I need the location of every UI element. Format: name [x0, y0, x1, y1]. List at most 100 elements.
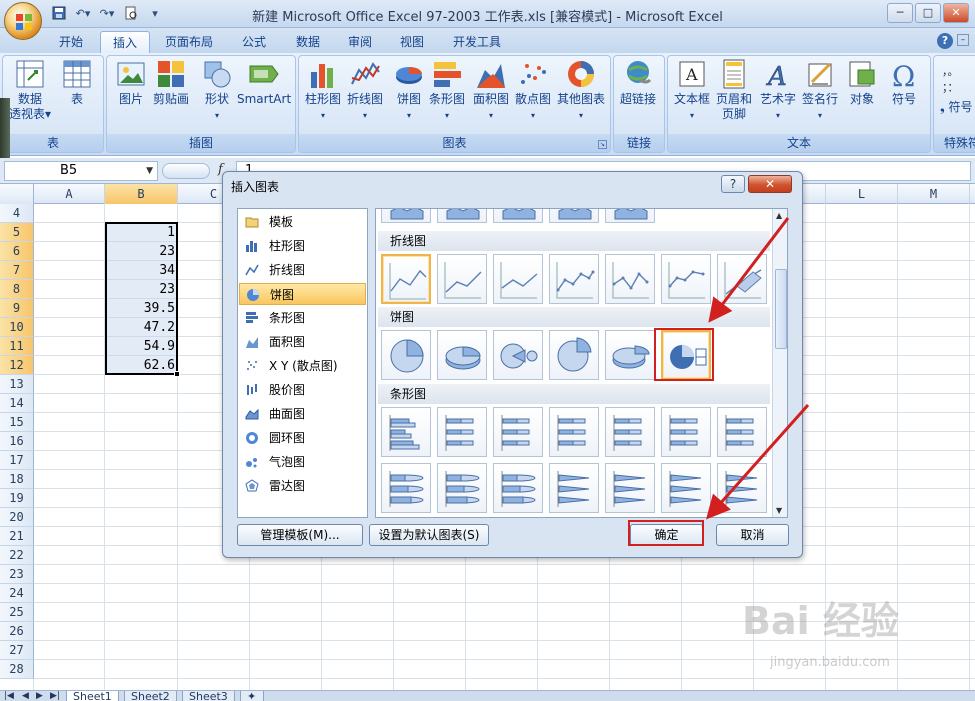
table-button[interactable]: 表 — [61, 58, 93, 107]
sheet-tab-3[interactable]: Sheet3 — [182, 691, 235, 701]
next-sheet-icon[interactable]: ▶ — [36, 691, 43, 701]
bar-subtype-7[interactable] — [717, 407, 767, 457]
line-subtype-2[interactable] — [437, 254, 487, 304]
cell-b11[interactable]: 54.9 — [105, 337, 175, 356]
bar-subtype-5[interactable] — [605, 407, 655, 457]
tab-data[interactable]: 数据 — [284, 31, 332, 53]
name-box-dropdown-icon[interactable]: ▼ — [146, 162, 153, 180]
line-subtype-4[interactable] — [549, 254, 599, 304]
first-sheet-icon[interactable]: |◀ — [4, 691, 14, 701]
pivot-table-button[interactable]: 数据 透视表▾ — [9, 58, 51, 122]
row-header-9[interactable]: 9 — [0, 299, 34, 318]
category-area[interactable]: 面积图 — [239, 331, 366, 353]
maximize-button[interactable]: □ — [915, 3, 941, 23]
bar-3d-subtype-6[interactable] — [661, 463, 711, 513]
category-pie[interactable]: 饼图 — [239, 283, 366, 305]
special-symbol-glyphs[interactable]: ，。；： — [942, 64, 959, 96]
sheet-tab-1[interactable]: Sheet1 — [66, 691, 119, 701]
bar-3d-subtype-4[interactable] — [549, 463, 599, 513]
bar-subtype-3[interactable] — [493, 407, 543, 457]
category-bubble[interactable]: 气泡图 — [239, 451, 366, 473]
scrollbar-thumb[interactable] — [775, 269, 787, 349]
manage-templates-button[interactable]: 管理模板(M)... — [237, 524, 363, 546]
ribbon-minimize-icon[interactable]: – — [957, 34, 969, 46]
object-button[interactable]: 对象 — [846, 58, 878, 107]
scroll-down-icon[interactable]: ▼ — [776, 506, 782, 515]
last-sheet-icon[interactable]: ▶| — [50, 691, 60, 701]
row-header-20[interactable]: 20 — [0, 508, 34, 527]
gallery-scrollbar[interactable]: ▲ ▼ — [772, 209, 787, 517]
bar-subtype-1[interactable] — [381, 407, 431, 457]
row-header-10[interactable]: 10 — [0, 318, 34, 337]
bar-subtype-2[interactable] — [437, 407, 487, 457]
help-icon[interactable]: ? — [937, 33, 953, 49]
tab-developer[interactable]: 开发工具 — [441, 31, 513, 53]
category-templates[interactable]: 模板 — [239, 211, 366, 233]
shapes-button[interactable]: 形状 ▾ — [201, 58, 233, 122]
bar-3d-subtype-7[interactable] — [717, 463, 767, 513]
row-header-22[interactable]: 22 — [0, 546, 34, 565]
3d-column-subtype-1[interactable] — [381, 209, 431, 223]
category-bar[interactable]: 条形图 — [239, 307, 366, 329]
clip-art-button[interactable]: 剪贴画 — [153, 58, 189, 107]
row-header-24[interactable]: 24 — [0, 584, 34, 603]
pie-subtype-2[interactable] — [437, 330, 487, 380]
row-header-15[interactable]: 15 — [0, 413, 34, 432]
cell-b5[interactable]: 1 — [105, 223, 175, 242]
office-button[interactable] — [4, 2, 42, 40]
tab-review[interactable]: 审阅 — [336, 31, 384, 53]
signature-line-button[interactable]: 签名行 ▾ — [802, 58, 838, 122]
smartart-button[interactable]: SmartArt — [237, 58, 291, 107]
row-header-26[interactable]: 26 — [0, 622, 34, 641]
area-chart-button[interactable]: 面积图 ▾ — [473, 58, 509, 122]
charts-dialog-launcher-icon[interactable]: ↘ — [598, 140, 607, 149]
row-header-14[interactable]: 14 — [0, 394, 34, 413]
wordart-button[interactable]: A 艺术字 ▾ — [760, 58, 796, 122]
3d-column-subtype-5[interactable] — [605, 209, 655, 223]
special-symbol-button[interactable]: ❟ 符号 — [940, 100, 973, 115]
tab-page-layout[interactable]: 页面布局 — [153, 31, 225, 53]
line-subtype-6[interactable] — [661, 254, 711, 304]
scroll-up-icon[interactable]: ▲ — [776, 211, 782, 220]
line-subtype-5[interactable] — [605, 254, 655, 304]
column-header-b[interactable]: B — [105, 184, 178, 204]
line-chart-button[interactable]: 折线图 ▾ — [347, 58, 383, 122]
cell-b12[interactable]: 62.6 — [105, 356, 175, 375]
cell-b7[interactable]: 34 — [105, 261, 175, 280]
name-box[interactable]: B5 ▼ — [4, 161, 158, 181]
bar-subtype-6[interactable] — [661, 407, 711, 457]
cell-b6[interactable]: 23 — [105, 242, 175, 261]
row-header-11[interactable]: 11 — [0, 337, 34, 356]
prev-sheet-icon[interactable]: ◀ — [22, 691, 29, 701]
bar-3d-subtype-1[interactable] — [381, 463, 431, 513]
tab-insert[interactable]: 插入 — [100, 31, 151, 53]
row-header-23[interactable]: 23 — [0, 565, 34, 584]
column-chart-button[interactable]: 柱形图 ▾ — [305, 58, 341, 122]
row-header-17[interactable]: 17 — [0, 451, 34, 470]
pie-subtype-3[interactable] — [493, 330, 543, 380]
line-subtype-7[interactable] — [717, 254, 767, 304]
cell-b9[interactable]: 39.5 — [105, 299, 175, 318]
category-scatter[interactable]: X Y (散点图) — [239, 355, 366, 377]
column-header-l[interactable]: L — [826, 184, 898, 204]
cell-b8[interactable]: 23 — [105, 280, 175, 299]
row-header-28[interactable]: 28 — [0, 660, 34, 679]
picture-button[interactable]: 图片 — [115, 58, 147, 107]
bar-3d-subtype-5[interactable] — [605, 463, 655, 513]
row-header-19[interactable]: 19 — [0, 489, 34, 508]
column-header-m[interactable]: M — [898, 184, 970, 204]
row-header-6[interactable]: 6 — [0, 242, 34, 261]
text-box-button[interactable]: A 文本框 ▾ — [674, 58, 710, 122]
row-header-12[interactable]: 12 — [0, 356, 34, 375]
close-button[interactable]: ✕ — [943, 3, 969, 23]
row-header-5[interactable]: 5 — [0, 223, 34, 242]
pie-subtype-4[interactable] — [549, 330, 599, 380]
tab-formulas[interactable]: 公式 — [230, 31, 278, 53]
row-header-4[interactable]: 4 — [0, 204, 34, 223]
other-charts-button[interactable]: 其他图表 ▾ — [557, 58, 605, 122]
3d-column-subtype-4[interactable] — [549, 209, 599, 223]
select-all-corner[interactable] — [0, 184, 34, 204]
row-header-13[interactable]: 13 — [0, 375, 34, 394]
symbol-button[interactable]: Ω 符号 — [888, 58, 920, 107]
row-header-18[interactable]: 18 — [0, 470, 34, 489]
